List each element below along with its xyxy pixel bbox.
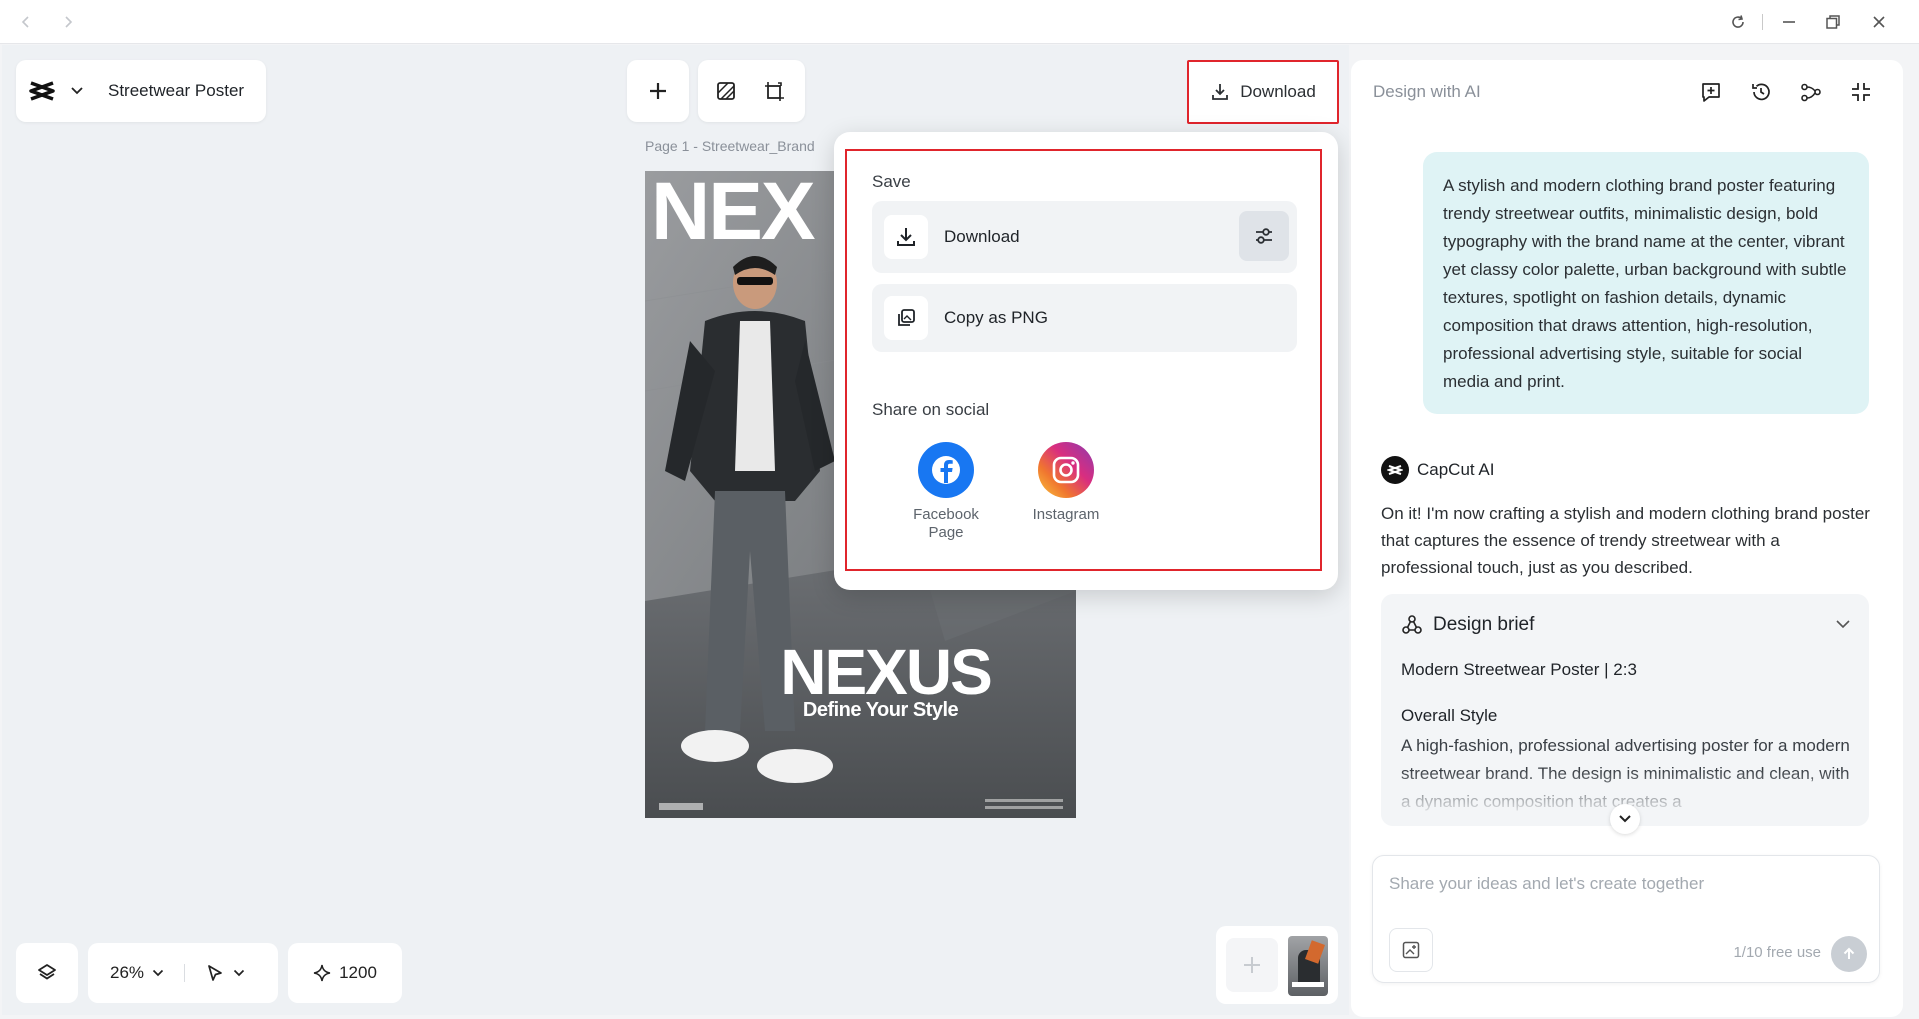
sliders-icon	[1256, 228, 1272, 244]
download-option[interactable]: Download	[872, 201, 1297, 273]
sparkle-icon	[313, 964, 331, 982]
chevron-down-icon[interactable]	[152, 969, 164, 977]
poster-brand-title[interactable]: NEXUS	[645, 635, 1076, 709]
page-thumbnail-strip	[1216, 926, 1338, 1004]
close-icon[interactable]	[1869, 12, 1889, 32]
user-prompt-bubble: A stylish and modern clothing brand post…	[1423, 152, 1869, 414]
minimize-icon[interactable]	[1779, 12, 1799, 32]
zoom-and-pointer-group: 26%	[88, 943, 278, 1003]
page-thumbnail[interactable]	[1288, 936, 1328, 996]
toolbar-divider	[184, 964, 186, 982]
zoom-level[interactable]: 26%	[110, 963, 144, 983]
forward-arrow-icon[interactable]	[58, 12, 78, 32]
instagram-label: Instagram	[1032, 506, 1100, 523]
copy-as-png-option[interactable]: Copy as PNG	[872, 284, 1297, 352]
project-menu[interactable]: Streetwear Poster	[16, 60, 266, 122]
download-button-label: Download	[1240, 82, 1316, 101]
titlebar-separator	[1762, 14, 1763, 30]
assistant-reply: On it! I'm now crafting a stylish and mo…	[1381, 504, 1870, 577]
chevron-down-icon[interactable]	[233, 969, 245, 977]
copy-image-icon	[884, 296, 928, 340]
brief-nodes-icon	[1401, 614, 1423, 636]
history-icon[interactable]	[1747, 78, 1775, 106]
add-image-icon	[1402, 941, 1420, 959]
free-use-counter: 1/10 free use	[1733, 944, 1821, 961]
page-label: Page 1 - Streetwear_Brand	[645, 138, 815, 154]
instagram-icon	[1038, 442, 1094, 498]
refresh-icon[interactable]	[1728, 12, 1748, 32]
assistant-name: CapCut AI	[1417, 460, 1495, 479]
background-icon[interactable]	[712, 77, 740, 105]
layers-icon	[36, 962, 58, 984]
copy-as-png-label: Copy as PNG	[944, 308, 1048, 327]
design-brief-header: Design brief	[1401, 614, 1534, 636]
poster-top-text[interactable]: NEX	[651, 171, 816, 259]
pointer-icon[interactable]	[205, 963, 225, 983]
prompt-input[interactable]	[1389, 874, 1859, 894]
window-titlebar	[0, 0, 1919, 44]
overall-style-heading: Overall Style	[1401, 706, 1498, 725]
prompt-input-box: 1/10 free use	[1372, 855, 1880, 983]
facebook-label: Facebook Page	[913, 506, 979, 541]
chevron-down-icon[interactable]	[70, 86, 84, 96]
back-arrow-icon[interactable]	[16, 12, 36, 32]
design-brief-card[interactable]: Design brief Modern Streetwear Poster | …	[1381, 594, 1869, 826]
edit-tools-group	[698, 60, 805, 122]
save-section-label: Save	[872, 172, 911, 191]
arrow-up-icon	[1843, 947, 1855, 959]
download-icon	[1210, 82, 1230, 102]
ai-panel-title: Design with AI	[1373, 82, 1481, 101]
scroll-down-button[interactable]	[1610, 804, 1640, 834]
design-brief-title: Design brief	[1433, 614, 1535, 635]
share-instagram-button[interactable]: Instagram	[1011, 442, 1121, 524]
download-icon	[884, 215, 928, 259]
credits-button[interactable]: 1200	[288, 943, 402, 1003]
layers-button[interactable]	[16, 943, 78, 1003]
share-nodes-icon[interactable]	[1797, 78, 1825, 106]
restore-icon[interactable]	[1823, 12, 1843, 32]
add-page-button[interactable]	[1226, 938, 1278, 992]
send-button[interactable]	[1831, 936, 1867, 972]
resize-icon[interactable]	[760, 77, 788, 105]
plus-icon	[1244, 957, 1260, 973]
collapse-panel-icon[interactable]	[1847, 78, 1875, 106]
new-chat-icon[interactable]	[1697, 78, 1725, 106]
download-option-label: Download	[944, 227, 1020, 246]
share-section-label: Share on social	[872, 400, 990, 419]
download-popover: Save Download Copy as PNG Share on socia…	[834, 132, 1338, 590]
share-facebook-button[interactable]: Facebook Page	[891, 442, 1001, 542]
chevron-down-icon[interactable]	[1835, 616, 1851, 634]
project-name[interactable]: Streetwear Poster	[108, 81, 244, 101]
add-element-button[interactable]	[627, 60, 689, 122]
credits-count: 1200	[339, 963, 377, 982]
assistant-header: CapCut AI	[1381, 456, 1495, 484]
download-button[interactable]: Download	[1187, 60, 1339, 124]
add-image-button[interactable]	[1389, 928, 1433, 972]
design-brief-subtitle: Modern Streetwear Poster | 2:3	[1401, 660, 1637, 679]
download-settings-button[interactable]	[1239, 211, 1289, 261]
capcut-logo-icon	[28, 80, 56, 102]
facebook-icon	[918, 442, 974, 498]
poster-tagline[interactable]: Define Your Style	[645, 699, 1076, 722]
chevron-down-icon	[1619, 815, 1631, 823]
capcut-ai-avatar-icon	[1381, 456, 1409, 484]
plus-icon	[627, 60, 689, 122]
